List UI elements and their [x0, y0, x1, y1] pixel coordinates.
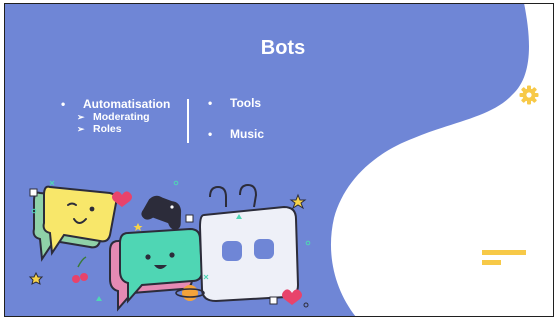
triangle-icon — [96, 296, 102, 301]
right-bullet-list: • Tools • Music — [208, 96, 318, 141]
bullet-item-tools: • Tools — [208, 96, 318, 110]
dot-icon — [173, 180, 179, 186]
arrow-bullet-icon: ➢ — [77, 112, 85, 122]
star-icon — [28, 271, 44, 285]
cherry-icon — [72, 256, 88, 283]
dice-icon — [29, 188, 38, 197]
sub-item-roles: ➢ Roles — [61, 123, 181, 135]
bullet-item-music: • Music — [208, 127, 318, 141]
bullet-label: Automatisation — [83, 97, 171, 111]
star-icon — [289, 193, 307, 210]
bullet-dot: • — [61, 97, 66, 111]
bullet-dot: • — [208, 127, 213, 141]
sub-item-label: Roles — [93, 123, 122, 135]
cross-icon — [49, 180, 55, 186]
bot-chat-bubble-icon — [198, 183, 300, 303]
bullet-label: Music — [230, 127, 265, 141]
column-divider — [187, 99, 189, 143]
chat-bubbles-bot-illustration — [28, 180, 311, 312]
arrow-bullet-icon: ➢ — [77, 124, 85, 134]
slide: Bots • Automatisation ➢ Moderating ➢ Rol… — [4, 3, 554, 317]
dice-icon — [185, 214, 194, 223]
star-icon — [133, 223, 143, 231]
gear-icon — [519, 85, 539, 105]
dice-icon — [269, 296, 278, 305]
bullet-dot: • — [208, 96, 213, 110]
sub-item-moderating: ➢ Moderating — [61, 111, 181, 123]
slide-title: Bots — [260, 37, 306, 59]
bullet-item-automatisation: • Automatisation — [61, 97, 181, 111]
dot-icon — [303, 302, 309, 308]
lines-icon — [482, 250, 526, 265]
dot-icon — [305, 240, 311, 246]
yellow-chat-bubble-icon — [32, 185, 118, 262]
game-controller-icon — [141, 195, 182, 230]
left-bullet-list: • Automatisation ➢ Moderating ➢ Roles — [61, 97, 181, 135]
sub-item-label: Moderating — [93, 111, 150, 123]
bullet-label: Tools — [230, 96, 262, 110]
